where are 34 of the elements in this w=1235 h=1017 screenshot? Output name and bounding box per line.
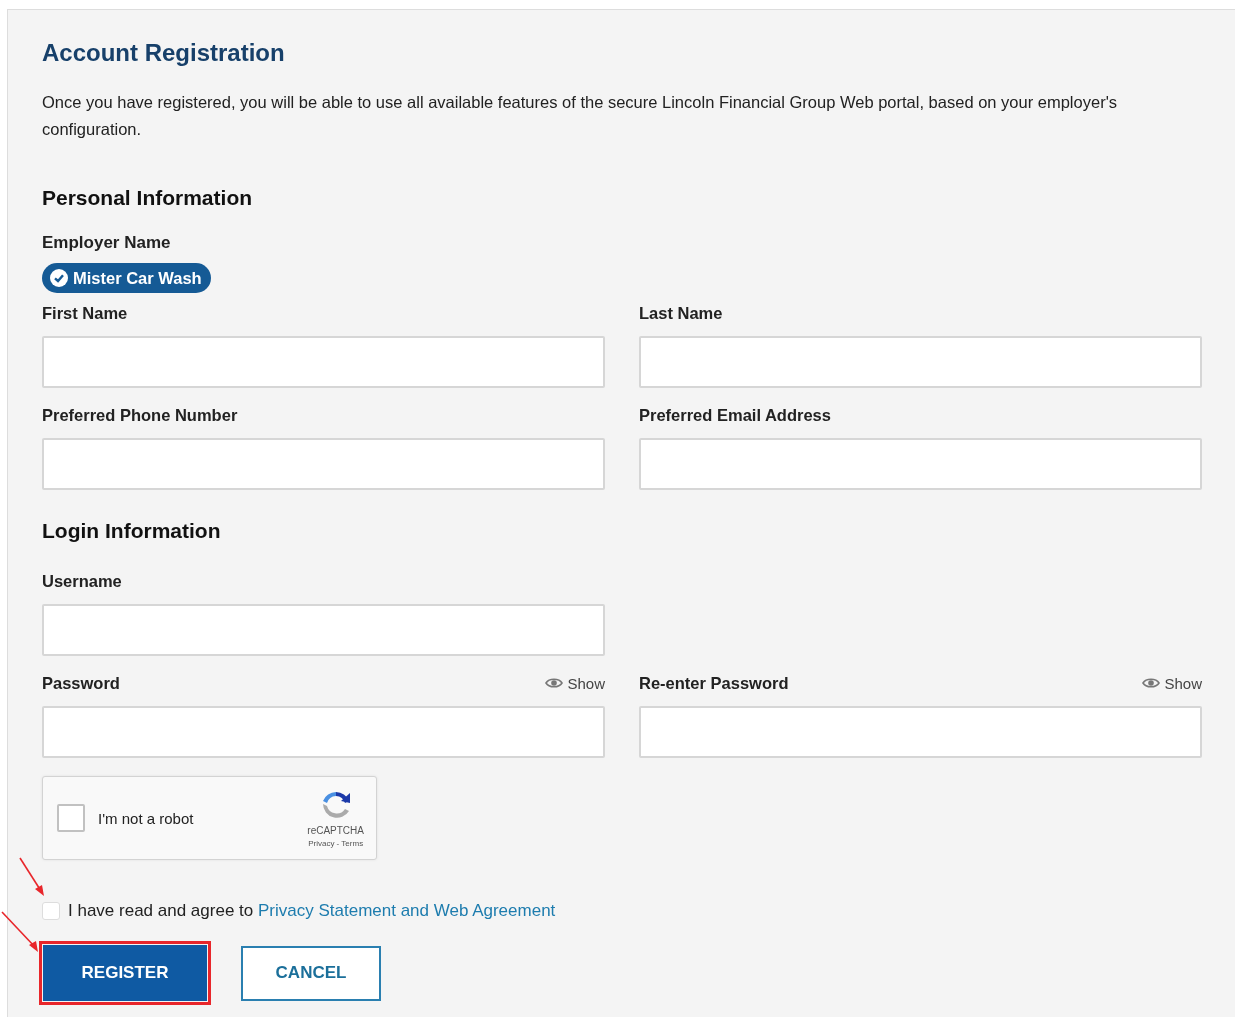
agreement-text: I have read and agree to Privacy Statement and Web Agreement bbox=[68, 901, 556, 921]
captcha-links[interactable]: Privacy - Terms bbox=[308, 838, 364, 848]
show-password-toggle[interactable]: Show bbox=[545, 674, 605, 692]
field-label: Preferred Phone Number bbox=[42, 405, 238, 425]
field-label: First Name bbox=[42, 303, 128, 323]
agree-checkbox[interactable] bbox=[42, 902, 60, 920]
section-heading: Login Information bbox=[42, 518, 222, 544]
input-field[interactable] bbox=[42, 336, 605, 388]
input-field[interactable] bbox=[639, 336, 1202, 388]
captcha-brand: reCAPTCHA bbox=[307, 824, 364, 836]
field-label: Re-enter Password bbox=[639, 673, 789, 693]
input-field[interactable] bbox=[42, 604, 605, 656]
section-heading: Personal Information bbox=[42, 185, 254, 211]
captcha-label: I'm not a robot bbox=[98, 809, 195, 827]
show-password-toggle[interactable]: Show bbox=[1142, 674, 1202, 692]
eye-icon bbox=[1142, 677, 1161, 689]
field-label: Username bbox=[42, 571, 122, 591]
intro-text: Once you have registered, you will be able to use all available features of the secure Lincoln Financial Group Web portal, based on your employer's configuration. bbox=[42, 92, 1119, 140]
field-label: Preferred Email Address bbox=[639, 405, 831, 425]
input-field[interactable] bbox=[42, 438, 605, 490]
captcha-checkbox[interactable] bbox=[57, 804, 85, 832]
page-title: Account Registration bbox=[42, 38, 286, 68]
field-label: Password bbox=[42, 673, 120, 693]
register-button[interactable]: REGISTER bbox=[43, 945, 207, 1001]
cancel-button[interactable]: CANCEL bbox=[241, 945, 381, 1001]
field-label: Employer Name bbox=[42, 232, 172, 254]
field-label: Last Name bbox=[639, 303, 723, 323]
input-field[interactable] bbox=[42, 706, 605, 758]
check-circle-icon bbox=[50, 269, 68, 287]
input-field[interactable] bbox=[639, 706, 1202, 758]
employer-chip: Mister Car Wash bbox=[42, 263, 211, 293]
eye-icon bbox=[545, 677, 564, 689]
input-field[interactable] bbox=[639, 438, 1202, 490]
agreement-link[interactable]: Privacy Statement and Web Agreement bbox=[258, 901, 556, 920]
